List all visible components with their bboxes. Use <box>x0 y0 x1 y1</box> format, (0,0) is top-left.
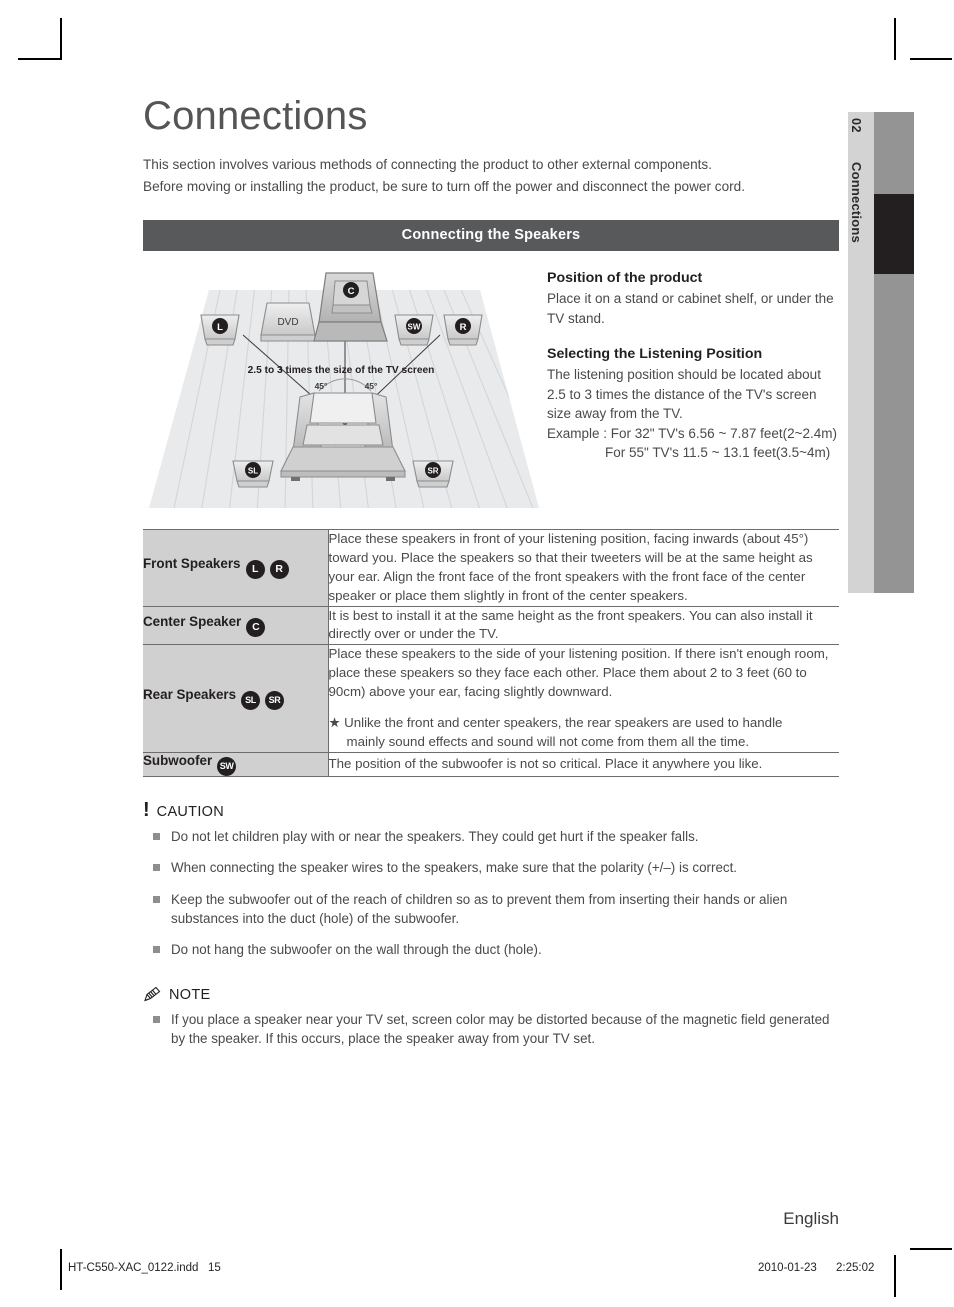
table-row-label-rear: Rear Speakers SL SR <box>143 644 329 753</box>
print-footer-filename: HT-C550-XAC_0122.indd 15 <box>68 1262 221 1274</box>
table-row: Front Speakers L R Place these speakers in… <box>143 529 839 607</box>
chapter-intro: This section involves various methods of… <box>143 154 839 198</box>
caution-block: ! CAUTION Do not let children play with … <box>143 798 839 960</box>
row-note: ★ Unlike the front and center speakers, … <box>329 714 840 752</box>
crop-mark-top-right-horizontal <box>910 58 952 60</box>
pencil-icon <box>143 986 162 1003</box>
chapter-intro-line-2: Before moving or installing the product,… <box>143 179 746 195</box>
diagram-tv-and-center-speaker: C <box>313 272 388 342</box>
chapter-side-tab: 02 Connections <box>848 112 914 593</box>
footer-divider <box>60 1248 894 1249</box>
listening-example-line-1: Example : For 32" TV's 6.56 ~ 7.87 feet(… <box>547 425 838 441</box>
listening-position-body: The listening position should be located… <box>547 367 821 422</box>
svg-text:L: L <box>217 322 223 333</box>
side-tab-chapter-number: 02 <box>849 118 863 133</box>
note-block: NOTE If you place a speaker near your TV… <box>143 986 839 1049</box>
caution-title: CAUTION <box>156 804 225 821</box>
diagram-caption: 2.5 to 3 times the size of the TV screen <box>248 365 435 376</box>
table-row-description-rear: Place these speakers to the side of your… <box>328 644 840 753</box>
diagram-angle-left: 45° <box>315 381 328 391</box>
note-heading: NOTE <box>143 986 839 1003</box>
diagram-speaker-subwoofer: SW <box>394 314 434 346</box>
diagram-speaker-surround-left: SL <box>232 460 274 488</box>
diagram-speaker-right: R <box>443 314 483 346</box>
row-note-text: ★ Unlike the front and center speakers, … <box>328 714 783 730</box>
listening-position-heading: Selecting the Listening Position <box>547 346 763 363</box>
caution-list: Do not let children play with or near th… <box>143 827 839 960</box>
page-title: Connections <box>143 94 368 138</box>
table-row-label-front: Front Speakers L R <box>143 529 329 607</box>
crop-mark-top-left-horizontal <box>18 58 60 60</box>
chip-center: C <box>246 617 266 637</box>
listening-example-line-2: For 55" TV's 11.5 ~ 13.1 feet(3.5~4m) <box>605 445 831 461</box>
side-tab-black-marker <box>874 194 914 274</box>
print-footer-timestamp: 2010-01-23 2:25:02 <box>758 1262 875 1274</box>
row-note-continuation: mainly sound effects and sound will not … <box>346 733 750 749</box>
speaker-placement-diagram: DVD C L SW R 2.5 to 3 times the size of … <box>143 265 539 509</box>
crop-mark-bottom-right-horizontal <box>910 1248 952 1250</box>
table-row-description-subwoofer: The position of the subwoofer is not so … <box>328 752 839 777</box>
chip-subwoofer: SW <box>217 756 237 776</box>
caution-heading: ! CAUTION <box>143 798 839 821</box>
position-body: Place it on a stand or cabinet shelf, or… <box>547 291 834 326</box>
svg-text:SL: SL <box>248 467 258 476</box>
row-description-text: Place these speakers in front of your li… <box>328 531 813 603</box>
chip-surround-left: SL <box>241 690 261 710</box>
row-label-text: Center Speaker <box>143 613 242 629</box>
table-row: Rear Speakers SL SR Place these speakers t… <box>143 644 840 753</box>
diagram-speaker-surround-right: SR <box>412 460 454 488</box>
svg-text:SR: SR <box>427 467 438 476</box>
chip-surround-right: SR <box>265 690 285 710</box>
section-heading-bar: Connecting the Speakers <box>143 220 839 252</box>
side-tab-gray-band <box>874 112 914 593</box>
row-description-text: The position of the subwoofer is not so … <box>328 755 763 771</box>
exclamation-icon: ! <box>143 798 150 821</box>
svg-text:SW: SW <box>408 323 421 332</box>
svg-text:DVD: DVD <box>277 317 298 328</box>
crop-mark-top-left-vertical <box>60 18 62 60</box>
print-footer: HT-C550-XAC_0122.indd 15 2010-01-23 2:25… <box>0 1262 954 1282</box>
note-title: NOTE <box>169 987 211 1004</box>
page-content: Connections This section involves variou… <box>143 96 839 1049</box>
list-item: Do not hang the subwoofer on the wall th… <box>143 940 839 959</box>
row-label-text: Rear Speakers <box>143 686 237 702</box>
chip-right: R <box>269 560 289 580</box>
table-row: Subwoofer SW The position of the subwoofe… <box>143 752 839 777</box>
row-description-text: It is best to install it at the same hei… <box>328 607 813 642</box>
diagram-and-position-text: DVD C L SW R 2.5 to 3 times the size of … <box>143 265 839 509</box>
list-item: If you place a speaker near your TV set,… <box>143 1010 839 1049</box>
side-tab-text: 02 Connections <box>848 112 874 593</box>
diagram-sofa <box>280 392 406 482</box>
chapter-intro-line-1: This section involves various methods of… <box>143 157 712 172</box>
svg-text:R: R <box>460 322 467 333</box>
language-footer: English <box>783 1209 839 1228</box>
table-row-description-center: It is best to install it at the same hei… <box>328 606 839 646</box>
diagram-angle-right: 45° <box>365 381 378 391</box>
table-row-label-center: Center Speaker C <box>143 606 329 646</box>
chip-left: L <box>245 560 265 580</box>
table-row: Center Speaker C It is best to install it… <box>143 606 839 646</box>
row-description-text: Place these speakers to the side of your… <box>328 646 829 700</box>
list-item: Do not let children play with or near th… <box>143 827 839 846</box>
side-tab-chapter-name: Connections <box>849 162 864 243</box>
speaker-placement-table: Front Speakers L R Place these speakers in… <box>143 529 839 777</box>
diagram-speaker-left: L <box>200 314 240 346</box>
position-heading: Position of the product <box>547 270 703 287</box>
list-item: Keep the subwoofer out of the reach of c… <box>143 890 839 929</box>
table-row-label-subwoofer: Subwoofer SW <box>143 752 329 777</box>
diagram-dvd-unit: DVD <box>260 302 316 342</box>
position-text-column: Position of the product Place it on a st… <box>539 265 839 463</box>
table-row-description-front: Place these speakers in front of your li… <box>328 529 839 607</box>
row-label-text: Front Speakers <box>143 556 241 572</box>
svg-text:C: C <box>348 286 355 297</box>
crop-mark-top-right-vertical <box>894 18 896 60</box>
row-label-text: Subwoofer <box>143 752 213 768</box>
list-item: When connecting the speaker wires to the… <box>143 858 839 877</box>
note-list: If you place a speaker near your TV set,… <box>143 1010 839 1049</box>
